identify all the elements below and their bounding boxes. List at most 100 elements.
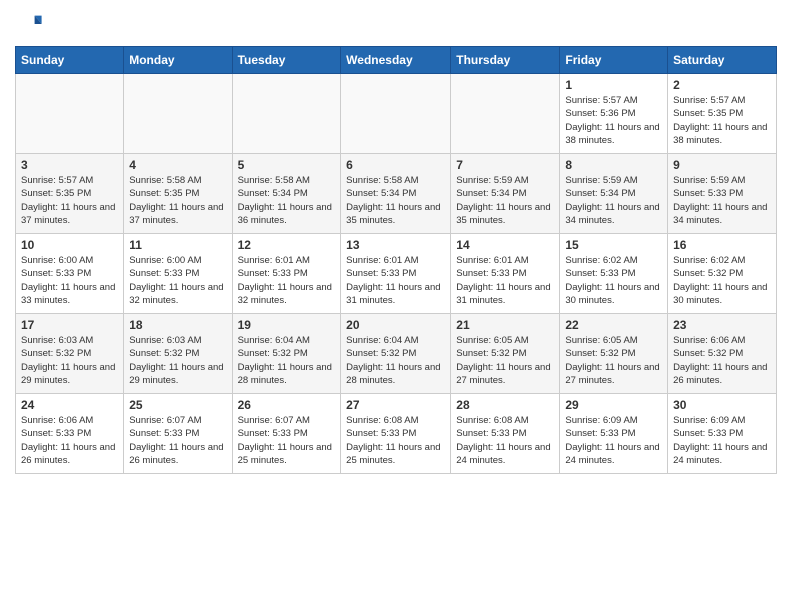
calendar-cell [16,74,124,154]
calendar-cell: 11Sunrise: 6:00 AM Sunset: 5:33 PM Dayli… [124,234,232,314]
day-number: 23 [673,318,771,332]
calendar-cell: 6Sunrise: 5:58 AM Sunset: 5:34 PM Daylig… [341,154,451,234]
day-number: 8 [565,158,662,172]
weekday-header: Wednesday [341,47,451,74]
day-number: 27 [346,398,445,412]
weekday-header: Monday [124,47,232,74]
logo [15,10,47,38]
calendar-cell: 1 Sunrise: 5:57 AM Sunset: 5:36 PM Daylig… [560,74,668,154]
day-number: 16 [673,238,771,252]
calendar-cell: 8Sunrise: 5:59 AM Sunset: 5:34 PM Daylig… [560,154,668,234]
day-info: Sunrise: 6:08 AM Sunset: 5:33 PM Dayligh… [456,414,554,467]
calendar-cell [451,74,560,154]
day-info: Sunrise: 6:07 AM Sunset: 5:33 PM Dayligh… [129,414,226,467]
day-number: 4 [129,158,226,172]
day-number: 22 [565,318,662,332]
calendar-cell: 16 Sunrise: 6:02 AM Sunset: 5:32 PM Dayli… [668,234,777,314]
day-info: Sunrise: 5:59 AM Sunset: 5:34 PM Dayligh… [456,174,554,227]
page: SundayMondayTuesdayWednesdayThursdayFrid… [0,0,792,489]
day-number: 11 [129,238,226,252]
calendar-cell [341,74,451,154]
calendar-cell: 18 Sunrise: 6:03 AM Sunset: 5:32 PM Dayli… [124,314,232,394]
calendar-week-row: 24Sunrise: 6:06 AM Sunset: 5:33 PM Dayli… [16,394,777,474]
day-info: Sunrise: 5:58 AM Sunset: 5:34 PM Dayligh… [238,174,336,227]
day-info: Sunrise: 6:03 AM Sunset: 5:32 PM Dayligh… [21,334,118,387]
day-number: 30 [673,398,771,412]
day-number: 14 [456,238,554,252]
day-number: 17 [21,318,118,332]
day-info: Sunrise: 5:58 AM Sunset: 5:35 PM Dayligh… [129,174,226,227]
day-info: Sunrise: 6:05 AM Sunset: 5:32 PM Dayligh… [456,334,554,387]
day-number: 3 [21,158,118,172]
weekday-header: Saturday [668,47,777,74]
calendar-cell: 25 Sunrise: 6:07 AM Sunset: 5:33 PM Dayli… [124,394,232,474]
day-number: 15 [565,238,662,252]
day-number: 18 [129,318,226,332]
calendar-cell: 15 Sunrise: 6:02 AM Sunset: 5:33 PM Dayli… [560,234,668,314]
calendar-cell: 12 Sunrise: 6:01 AM Sunset: 5:33 PM Dayli… [232,234,341,314]
calendar-cell: 26 Sunrise: 6:07 AM Sunset: 5:33 PM Dayli… [232,394,341,474]
calendar-header-row: SundayMondayTuesdayWednesdayThursdayFrid… [16,47,777,74]
day-info: Sunrise: 6:02 AM Sunset: 5:33 PM Dayligh… [565,254,662,307]
calendar-cell: 28 Sunrise: 6:08 AM Sunset: 5:33 PM Dayli… [451,394,560,474]
day-info: Sunrise: 5:59 AM Sunset: 5:33 PM Dayligh… [673,174,771,227]
day-info: Sunrise: 6:06 AM Sunset: 5:32 PM Dayligh… [673,334,771,387]
calendar-cell: 20 Sunrise: 6:04 AM Sunset: 5:32 PM Dayli… [341,314,451,394]
day-number: 9 [673,158,771,172]
calendar-cell: 14Sunrise: 6:01 AM Sunset: 5:33 PM Dayli… [451,234,560,314]
day-info: Sunrise: 6:01 AM Sunset: 5:33 PM Dayligh… [238,254,336,307]
calendar-week-row: 3 Sunrise: 5:57 AM Sunset: 5:35 PM Daylig… [16,154,777,234]
day-info: Sunrise: 5:57 AM Sunset: 5:35 PM Dayligh… [21,174,118,227]
calendar-cell: 21 Sunrise: 6:05 AM Sunset: 5:32 PM Dayli… [451,314,560,394]
calendar-cell: 19 Sunrise: 6:04 AM Sunset: 5:32 PM Dayli… [232,314,341,394]
calendar-cell: 5 Sunrise: 5:58 AM Sunset: 5:34 PM Daylig… [232,154,341,234]
day-info: Sunrise: 6:07 AM Sunset: 5:33 PM Dayligh… [238,414,336,467]
calendar-cell: 2 Sunrise: 5:57 AM Sunset: 5:35 PM Daylig… [668,74,777,154]
day-info: Sunrise: 6:05 AM Sunset: 5:32 PM Dayligh… [565,334,662,387]
day-info: Sunrise: 6:08 AM Sunset: 5:33 PM Dayligh… [346,414,445,467]
day-number: 28 [456,398,554,412]
day-number: 29 [565,398,662,412]
day-number: 10 [21,238,118,252]
calendar-cell: 22 Sunrise: 6:05 AM Sunset: 5:32 PM Dayli… [560,314,668,394]
day-number: 21 [456,318,554,332]
day-info: Sunrise: 5:57 AM Sunset: 5:36 PM Dayligh… [565,94,662,147]
calendar-cell: 7 Sunrise: 5:59 AM Sunset: 5:34 PM Daylig… [451,154,560,234]
day-number: 20 [346,318,445,332]
day-info: Sunrise: 6:02 AM Sunset: 5:32 PM Dayligh… [673,254,771,307]
day-info: Sunrise: 6:04 AM Sunset: 5:32 PM Dayligh… [346,334,445,387]
day-number: 5 [238,158,336,172]
calendar-week-row: 17 Sunrise: 6:03 AM Sunset: 5:32 PM Dayli… [16,314,777,394]
logo-icon [15,10,43,38]
day-number: 25 [129,398,226,412]
calendar-cell: 23 Sunrise: 6:06 AM Sunset: 5:32 PM Dayli… [668,314,777,394]
day-info: Sunrise: 6:04 AM Sunset: 5:32 PM Dayligh… [238,334,336,387]
calendar-cell: 17 Sunrise: 6:03 AM Sunset: 5:32 PM Dayli… [16,314,124,394]
calendar-cell: 3 Sunrise: 5:57 AM Sunset: 5:35 PM Daylig… [16,154,124,234]
day-info: Sunrise: 6:06 AM Sunset: 5:33 PM Dayligh… [21,414,118,467]
calendar-cell: 29 Sunrise: 6:09 AM Sunset: 5:33 PM Dayli… [560,394,668,474]
day-info: Sunrise: 5:57 AM Sunset: 5:35 PM Dayligh… [673,94,771,147]
calendar-cell: 30Sunrise: 6:09 AM Sunset: 5:33 PM Dayli… [668,394,777,474]
weekday-header: Sunday [16,47,124,74]
day-number: 7 [456,158,554,172]
day-info: Sunrise: 6:09 AM Sunset: 5:33 PM Dayligh… [565,414,662,467]
day-number: 13 [346,238,445,252]
day-number: 2 [673,78,771,92]
calendar-cell [124,74,232,154]
day-number: 1 [565,78,662,92]
calendar-cell: 4 Sunrise: 5:58 AM Sunset: 5:35 PM Daylig… [124,154,232,234]
weekday-header: Thursday [451,47,560,74]
day-number: 26 [238,398,336,412]
calendar-week-row: 1 Sunrise: 5:57 AM Sunset: 5:36 PM Daylig… [16,74,777,154]
weekday-header: Tuesday [232,47,341,74]
calendar-cell: 10Sunrise: 6:00 AM Sunset: 5:33 PM Dayli… [16,234,124,314]
calendar-cell: 27 Sunrise: 6:08 AM Sunset: 5:33 PM Dayli… [341,394,451,474]
day-number: 19 [238,318,336,332]
day-info: Sunrise: 6:01 AM Sunset: 5:33 PM Dayligh… [346,254,445,307]
calendar-cell: 13 Sunrise: 6:01 AM Sunset: 5:33 PM Dayli… [341,234,451,314]
day-number: 12 [238,238,336,252]
calendar-week-row: 10Sunrise: 6:00 AM Sunset: 5:33 PM Dayli… [16,234,777,314]
calendar-cell [232,74,341,154]
day-info: Sunrise: 6:03 AM Sunset: 5:32 PM Dayligh… [129,334,226,387]
